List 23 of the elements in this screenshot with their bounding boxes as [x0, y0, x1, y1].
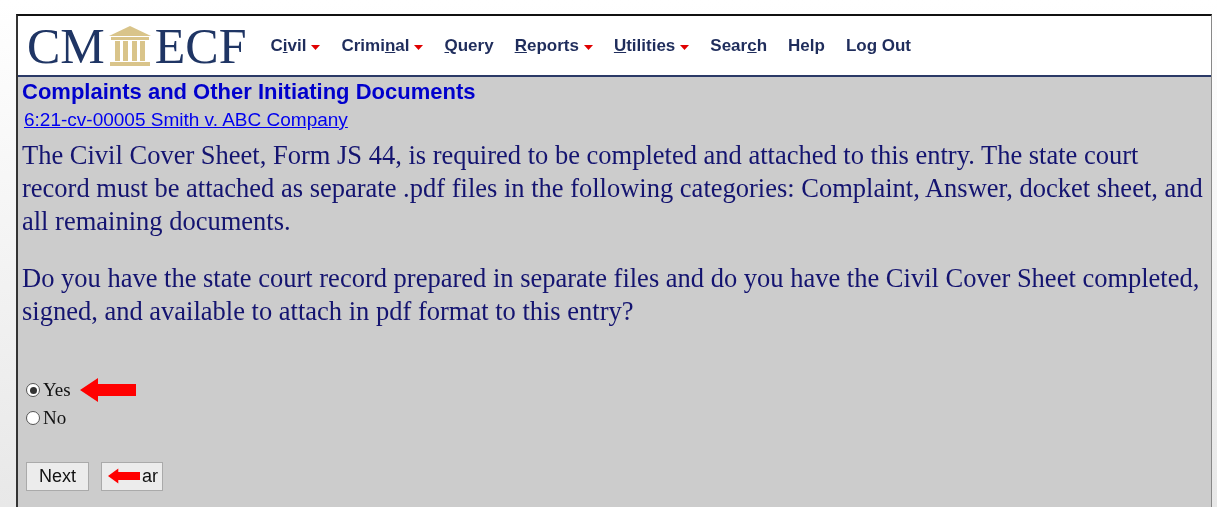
- menu-item[interactable]: Log Out: [845, 35, 912, 56]
- menu-item[interactable]: Criminal: [341, 35, 410, 56]
- case-link[interactable]: 6:21-cv-00005 Smith v. ABC Company: [24, 109, 348, 131]
- radio-button[interactable]: [26, 411, 40, 425]
- paragraph: Do you have the state court record prepared in separate files and do you have the Civil Cover Sheet completed, signed, and available to attach in pdf format to this entry?: [22, 262, 1201, 328]
- option-label: Yes: [43, 379, 71, 401]
- menu-item[interactable]: Query: [444, 35, 494, 56]
- option-label: No: [43, 407, 67, 429]
- menu-item[interactable]: Reports: [514, 35, 579, 56]
- menu-item[interactable]: Utilities: [613, 35, 676, 56]
- caret-icon[interactable]: [583, 44, 593, 50]
- paragraph: The Civil Cover Sheet, Form JS 44, is required to be completed and attached to this entry. The state court record must be attached as separate .pdf files in the following categories: Complaint, Answer, docket sheet, and all remaining documents.: [22, 139, 1204, 238]
- page-heading: Complaints and Other Initiating Documents: [22, 79, 477, 105]
- menu-item[interactable]: Help: [788, 35, 825, 56]
- logo-text: CM: [27, 20, 105, 71]
- caret-icon[interactable]: [680, 44, 690, 50]
- radio-button[interactable]: [26, 383, 40, 397]
- menu-item[interactable]: Civil: [270, 35, 307, 56]
- caret-icon[interactable]: [414, 44, 424, 50]
- form-button[interactable]: Next: [26, 462, 89, 491]
- logo-text: ECF: [154, 20, 247, 71]
- menu-item[interactable]: Search: [710, 35, 768, 56]
- caret-icon[interactable]: [311, 44, 321, 50]
